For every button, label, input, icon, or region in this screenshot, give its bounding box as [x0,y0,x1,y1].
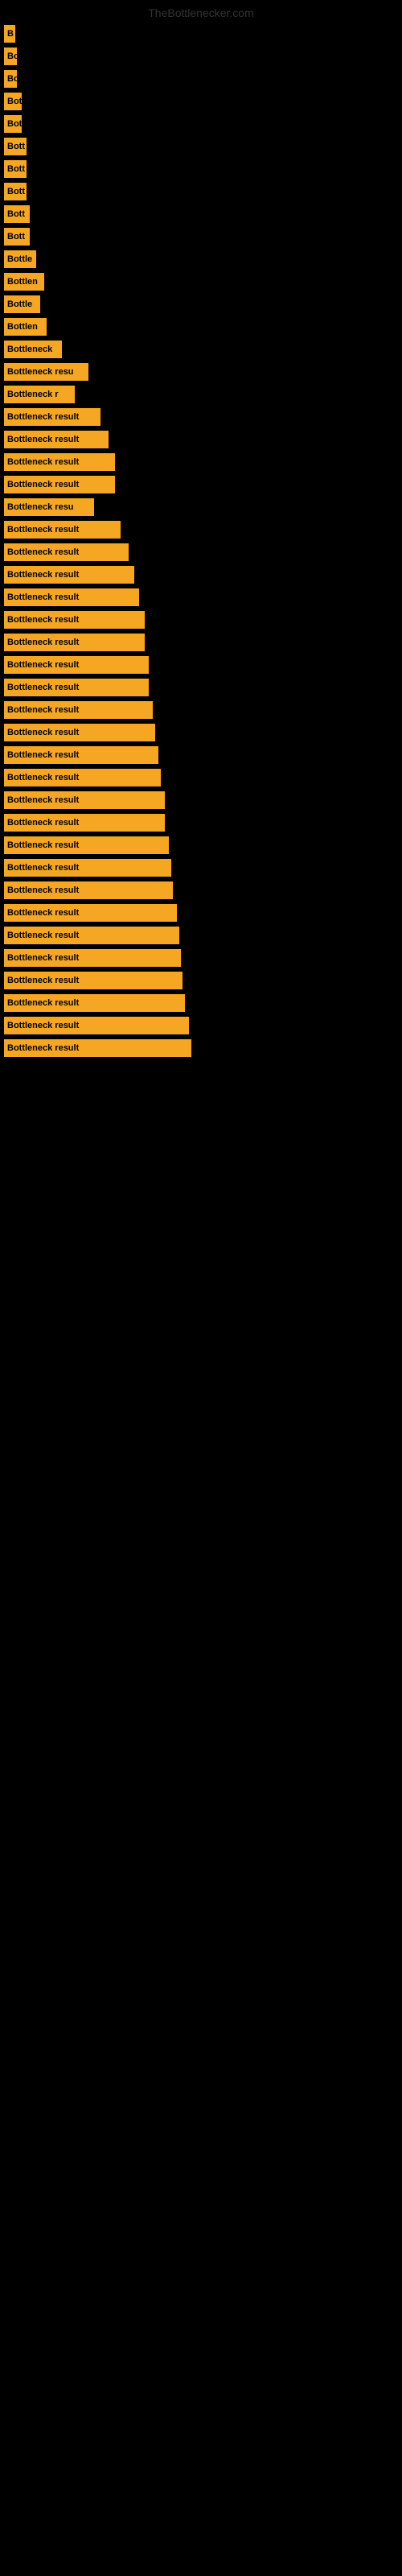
bar-label-9: Bott [4,205,30,223]
bar-row: Bott [0,225,402,248]
site-title: TheBottlenecker.com [0,0,402,23]
bar-row: Bottleneck result [0,654,402,676]
bar-row: Bottleneck result [0,541,402,564]
bar-row: Bottleneck result [0,834,402,857]
bar-label-21: Bottleneck result [4,476,115,493]
bars-container: B Bo Bo Bot Bot Bott Bott Bott Bott Bott Bottle Bot… [0,23,402,1059]
bar-label-4: Bot [4,93,22,110]
bar-row: Bott [0,180,402,203]
bar-label-42: Bottleneck result [4,949,181,967]
bar-label-26: Bottleneck result [4,588,139,606]
bar-row: Bo [0,68,402,90]
bar-label-45: Bottleneck result [4,1017,189,1034]
bar-label-34: Bottleneck result [4,769,161,786]
bar-row: Bottleneck result [0,857,402,879]
bar-row: Bottlen [0,316,402,338]
bar-row: Bottleneck resu [0,496,402,518]
bar-row: Bott [0,135,402,158]
bar-label-27: Bottleneck result [4,611,145,629]
bar-label-13: Bottle [4,295,40,313]
bar-row: Bottleneck result [0,609,402,631]
bar-label-16: Bottleneck resu [4,363,88,381]
bar-row: Bottleneck result [0,992,402,1014]
bar-row: Bo [0,45,402,68]
bar-label-40: Bottleneck result [4,904,177,922]
bar-row: Bottle [0,293,402,316]
bar-label-25: Bottleneck result [4,566,134,584]
bar-label-8: Bott [4,183,27,200]
bar-label-5: Bot [4,115,22,133]
bar-row: Bottleneck resu [0,361,402,383]
bar-label-33: Bottleneck result [4,746,158,764]
bar-row: Bot [0,90,402,113]
bar-label-18: Bottleneck result [4,408,100,426]
bar-label-39: Bottleneck result [4,881,173,899]
bar-label-36: Bottleneck result [4,814,165,832]
bar-label-41: Bottleneck result [4,927,179,944]
bar-row: Bottleneck result [0,744,402,766]
bar-row: Bottleneck result [0,699,402,721]
bar-row: Bottleneck result [0,721,402,744]
bar-row: Bottleneck result [0,451,402,473]
bar-label-22: Bottleneck resu [4,498,94,516]
bar-label-29: Bottleneck result [4,656,149,674]
bar-row: Bottleneck result [0,924,402,947]
bar-row: Bottle [0,248,402,270]
bar-row: Bottleneck result [0,518,402,541]
bar-row: B [0,23,402,45]
bar-label-23: Bottleneck result [4,521,121,539]
bar-row: Bottleneck result [0,947,402,969]
bar-row: Bott [0,203,402,225]
bar-label-35: Bottleneck result [4,791,165,809]
bar-row: Bottleneck result [0,811,402,834]
bar-label-46: Bottleneck result [4,1039,191,1057]
bar-label-10: Bott [4,228,30,246]
bar-row: Bottleneck [0,338,402,361]
bar-label-30: Bottleneck result [4,679,149,696]
bar-label-37: Bottleneck result [4,836,169,854]
bar-label-12: Bottlen [4,273,44,291]
bar-row: Bottleneck result [0,631,402,654]
bar-label-38: Bottleneck result [4,859,171,877]
bar-row: Bot [0,113,402,135]
bar-row: Bottleneck result [0,766,402,789]
bar-row: Bottleneck result [0,789,402,811]
bar-row: Bottleneck result [0,676,402,699]
bar-row: Bottlen [0,270,402,293]
bar-label-1: B [4,25,15,43]
bar-label-32: Bottleneck result [4,724,155,741]
bar-label-11: Bottle [4,250,36,268]
bar-label-28: Bottleneck result [4,634,145,651]
bar-row: Bott [0,158,402,180]
bar-label-43: Bottleneck result [4,972,183,989]
bar-label-15: Bottleneck [4,341,62,358]
bar-label-17: Bottleneck r [4,386,75,403]
bar-row: Bottleneck result [0,406,402,428]
bar-label-14: Bottlen [4,318,47,336]
bar-label-6: Bott [4,138,27,155]
bar-row: Bottleneck result [0,564,402,586]
bar-label-3: Bo [4,70,17,88]
bar-label-20: Bottleneck result [4,453,115,471]
bar-row: Bottleneck result [0,1014,402,1037]
bar-label-31: Bottleneck result [4,701,153,719]
bar-row: Bottleneck result [0,473,402,496]
bar-row: Bottleneck result [0,1037,402,1059]
bar-row: Bottleneck result [0,902,402,924]
bar-row: Bottleneck r [0,383,402,406]
bar-row: Bottleneck result [0,969,402,992]
bar-label-19: Bottleneck result [4,431,109,448]
bar-row: Bottleneck result [0,879,402,902]
bar-row: Bottleneck result [0,428,402,451]
bar-label-24: Bottleneck result [4,543,129,561]
bar-label-7: Bott [4,160,27,178]
bar-label-44: Bottleneck result [4,994,185,1012]
bar-label-2: Bo [4,47,17,65]
bar-row: Bottleneck result [0,586,402,609]
